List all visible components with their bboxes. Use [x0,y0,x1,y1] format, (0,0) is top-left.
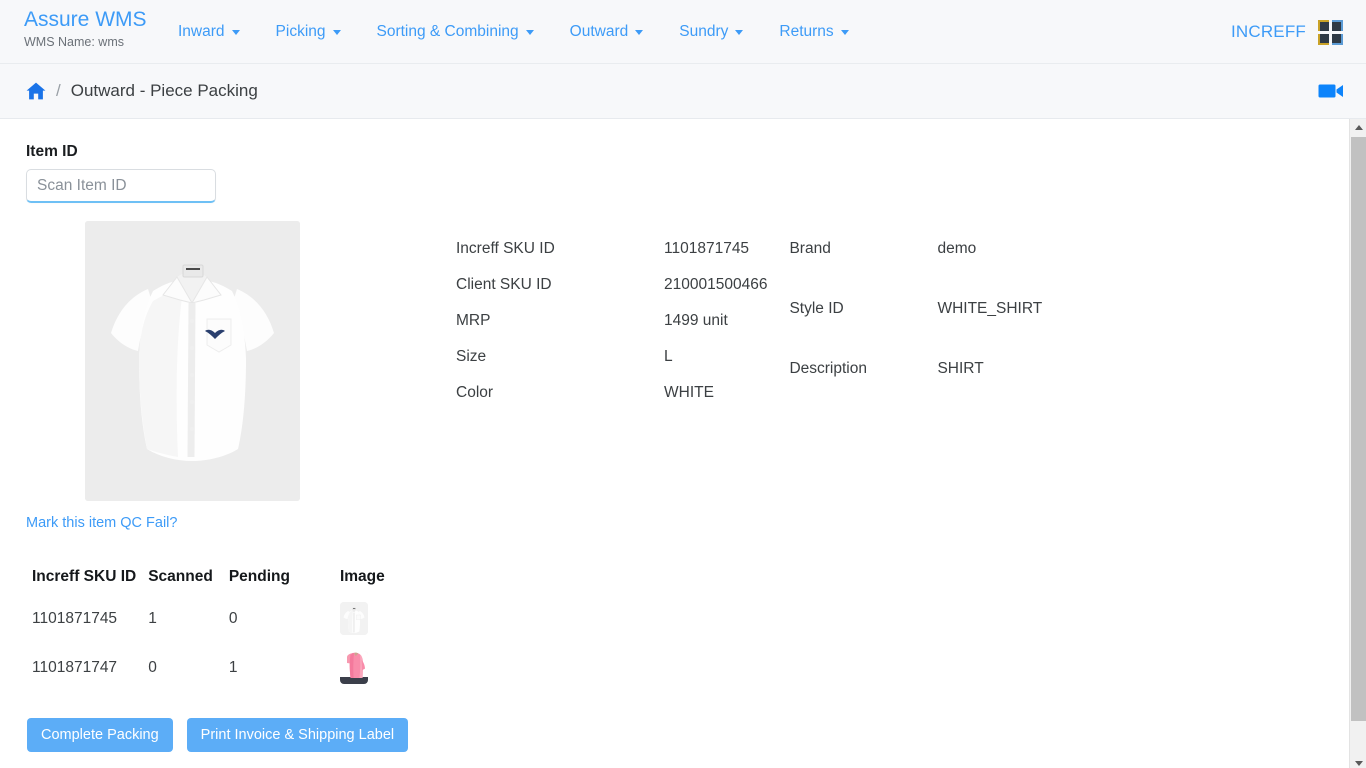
org-label[interactable]: INCREFF [1231,22,1306,42]
detail-value: L [664,348,673,365]
table-row: 1101871745 1 0 [32,594,401,643]
nav-menu: Inward Picking Sorting & Combining Outwa… [160,0,1231,64]
breadcrumb-bar: / Outward - Piece Packing [0,64,1366,119]
detail-value: demo [937,240,977,257]
nav-item-inward[interactable]: Inward [160,17,258,47]
nav-item-outward[interactable]: Outward [552,17,662,47]
column-header-image: Image [339,568,385,585]
white-shirt-thumbnail-icon [339,602,368,635]
column-header-pending: Pending [228,568,290,585]
cell-image [306,643,401,692]
cell-pending: 0 [228,609,238,627]
detail-value: 210001500466 [664,276,768,293]
breadcrumb-separator: / [56,81,61,100]
nav-item-label: Sundry [679,23,729,40]
brand-title[interactable]: Assure WMS [24,8,160,32]
scanned-items-table: Increff SKU ID Scanned Pending Image 110… [32,564,401,692]
detail-value: SHIRT [937,360,984,377]
cell-pending: 1 [228,658,238,676]
vertical-scrollbar[interactable] [1349,119,1366,768]
cell-sku: 1101871747 [32,658,118,676]
nav-item-sorting-combining[interactable]: Sorting & Combining [359,17,552,47]
home-icon[interactable] [26,82,46,100]
video-camera-icon[interactable] [1318,82,1344,100]
top-navbar: Assure WMS WMS Name: wms Inward Picking … [0,0,1366,64]
chevron-down-icon [735,29,744,35]
chevron-down-icon [635,29,644,35]
brand-block[interactable]: Assure WMS WMS Name: wms [0,0,160,50]
detail-key: Style ID [789,300,844,317]
detail-key: Description [789,360,867,377]
chevron-down-icon [231,29,240,35]
pink-top-thumbnail-icon [339,651,368,684]
column-header-sku: Increff SKU ID [32,568,137,585]
detail-key: Size [456,348,487,365]
cell-scanned: 0 [148,658,157,676]
nav-item-label: Inward [178,23,225,40]
mark-qc-fail-link[interactable]: Mark this item QC Fail? [26,515,177,531]
nav-item-sundry[interactable]: Sundry [661,17,761,47]
item-id-label: Item ID [26,143,78,160]
product-details-right: Brand demo Style ID WHITE_SHIRT Descript… [789,231,1042,411]
scrollbar-thumb[interactable] [1351,137,1366,721]
chevron-down-icon [840,29,849,35]
nav-item-label: Outward [569,23,629,40]
cell-sku: 1101871745 [32,609,118,627]
nav-item-label: Sorting & Combining [376,23,519,40]
table-row: 1101871747 0 1 [32,643,401,692]
increff-logo-icon[interactable] [1318,20,1344,45]
page-title: Outward - Piece Packing [70,81,258,100]
nav-item-returns[interactable]: Returns [761,17,866,47]
navbar-right: INCREFF [1231,0,1366,64]
product-details: Increff SKU ID 1101871745 Client SKU ID … [456,221,1042,411]
product-details-left: Increff SKU ID 1101871745 Client SKU ID … [456,231,767,411]
complete-packing-button[interactable]: Complete Packing [27,718,173,752]
scroll-down-arrow[interactable] [1350,755,1366,768]
cell-image [306,594,401,643]
product-image [85,221,300,501]
print-invoice-button[interactable]: Print Invoice & Shipping Label [186,718,409,752]
chevron-down-icon [332,29,341,35]
product-section: Mark this item QC Fail? Increff SKU ID 1… [26,221,1366,532]
content-area: Item ID Scan Item ID Mark this item QC F… [0,143,1366,752]
detail-key: MRP [456,312,491,329]
detail-value: WHITE [664,384,714,401]
nav-item-picking[interactable]: Picking [258,17,359,47]
action-buttons: Complete Packing Print Invoice & Shippin… [27,718,1366,752]
detail-key: Brand [789,240,831,257]
wms-name-label: WMS Name: wms [24,35,124,49]
cell-scanned: 1 [148,609,157,627]
item-id-input[interactable] [26,169,216,203]
scroll-up-arrow[interactable] [1350,119,1366,136]
detail-value: 1101871745 [664,240,750,257]
detail-key: Color [456,384,494,401]
white-shirt-illustration [85,221,300,501]
nav-item-label: Returns [779,23,834,40]
detail-key: Increff SKU ID [456,240,555,257]
page-body: Item ID Scan Item ID Mark this item QC F… [0,119,1366,768]
detail-value: WHITE_SHIRT [937,300,1043,317]
product-image-column: Mark this item QC Fail? [26,221,456,532]
table-header-row: Increff SKU ID Scanned Pending Image [32,564,401,594]
chevron-down-icon [525,29,534,35]
detail-key: Client SKU ID [456,276,552,293]
column-header-scanned: Scanned [148,568,213,585]
detail-value: 1499 unit [664,312,728,329]
nav-item-label: Picking [275,23,326,40]
breadcrumb: / Outward - Piece Packing [26,81,1318,101]
